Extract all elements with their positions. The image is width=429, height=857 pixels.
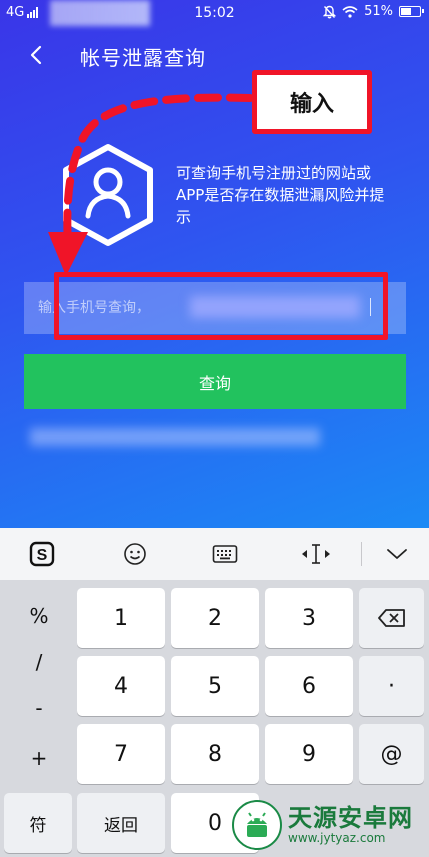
app-screen: 4G 15:02 51% 帐号泄露查询 可查询手机号注册过的网站或APP是否存在… bbox=[0, 0, 429, 528]
wifi-icon bbox=[342, 5, 358, 18]
watermark-name: 天源安卓网 bbox=[288, 804, 413, 833]
key-9[interactable]: 9 bbox=[265, 724, 353, 784]
status-icons: 51% bbox=[323, 4, 424, 19]
key-plus[interactable]: + bbox=[4, 730, 74, 786]
intro-description: 可查询手机号注册过的网站或APP是否存在数据泄漏风险并提示 bbox=[176, 164, 385, 226]
keyboard-switch-button[interactable] bbox=[195, 528, 255, 580]
key-minus[interactable]: - bbox=[4, 680, 74, 736]
toolbar-divider bbox=[361, 542, 362, 566]
watermark: 天源安卓网 www.jytyaz.com bbox=[232, 800, 413, 850]
symbol-key[interactable]: 符 bbox=[4, 793, 72, 853]
key-8[interactable]: 8 bbox=[171, 724, 259, 784]
collapse-keyboard-icon bbox=[387, 549, 407, 559]
key-at[interactable]: @ bbox=[359, 724, 424, 784]
key-7[interactable]: 7 bbox=[77, 724, 165, 784]
back-button[interactable] bbox=[22, 38, 52, 72]
keyboard-icon bbox=[212, 545, 238, 563]
emoji-button[interactable] bbox=[105, 528, 165, 580]
page-title: 帐号泄露查询 bbox=[80, 46, 206, 70]
key-6[interactable]: 6 bbox=[265, 656, 353, 716]
sogou-button[interactable]: S bbox=[12, 528, 72, 580]
keyboard-toolbar: S bbox=[0, 528, 429, 580]
watermark-text: 天源安卓网 www.jytyaz.com bbox=[288, 805, 413, 845]
emoji-icon bbox=[124, 543, 146, 565]
battery-percent: 51% bbox=[364, 4, 393, 19]
query-button[interactable]: 查询 bbox=[24, 354, 406, 409]
svg-text:S: S bbox=[37, 547, 48, 564]
query-button-label: 查询 bbox=[198, 373, 231, 393]
back-key[interactable]: 返回 bbox=[77, 793, 165, 853]
key-3[interactable]: 3 bbox=[265, 588, 353, 648]
chevron-left-icon bbox=[30, 45, 42, 65]
status-bar: 4G 15:02 51% bbox=[0, 0, 429, 26]
android-logo-icon bbox=[232, 800, 282, 850]
key-2[interactable]: 2 bbox=[171, 588, 259, 648]
key-dot[interactable]: · bbox=[359, 656, 424, 716]
battery-icon bbox=[399, 6, 424, 17]
shield-user-icon bbox=[63, 144, 153, 246]
cursor-move-button[interactable] bbox=[286, 528, 346, 580]
sogou-logo-icon: S bbox=[29, 541, 55, 567]
redacted-note bbox=[30, 428, 320, 446]
backspace-key[interactable] bbox=[359, 588, 424, 648]
mute-bell-icon bbox=[323, 5, 337, 18]
battery-fill bbox=[401, 8, 412, 15]
watermark-url: www.jytyaz.com bbox=[288, 830, 386, 845]
key-5[interactable]: 5 bbox=[171, 656, 259, 716]
input-highlight-box bbox=[54, 272, 388, 340]
key-1[interactable]: 1 bbox=[77, 588, 165, 648]
backspace-icon bbox=[377, 609, 405, 627]
collapse-keyboard-button[interactable] bbox=[367, 528, 427, 580]
annotation-label: 输入 bbox=[252, 70, 372, 134]
key-4[interactable]: 4 bbox=[77, 656, 165, 716]
cursor-move-icon bbox=[302, 544, 330, 564]
